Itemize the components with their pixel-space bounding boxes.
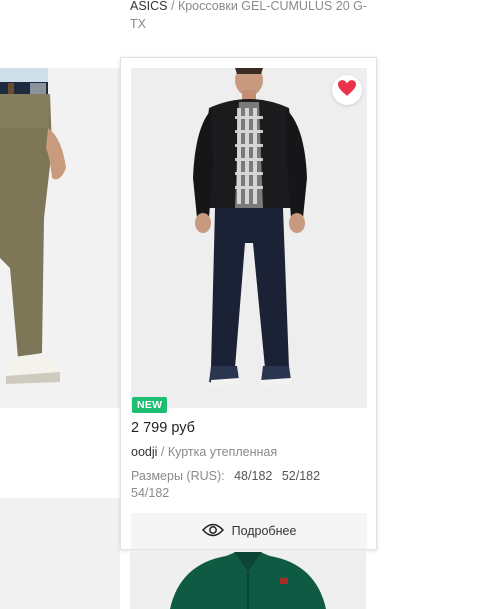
size-option[interactable]: 48/182 <box>234 469 272 483</box>
favorite-button[interactable] <box>332 75 362 105</box>
details-button[interactable]: Подробнее <box>131 513 367 549</box>
product-image-top-left[interactable] <box>0 0 120 64</box>
product-card[interactable]: NEW 2 799 руб oodji / Куртка утепленная … <box>120 57 377 550</box>
product-image-polo[interactable] <box>130 552 366 609</box>
caption-separator: / <box>167 0 178 13</box>
product-image-bottom-left[interactable] <box>0 498 120 609</box>
heart-icon <box>338 79 356 101</box>
eye-icon <box>201 523 224 540</box>
product-caption-top[interactable]: ASICS / Кроссовки GEL-CUMULUS 20 G-TX <box>130 0 370 33</box>
sizes-label: Размеры (RUS): <box>131 469 225 483</box>
details-label: Подробнее <box>231 524 297 538</box>
title-separator: / <box>157 445 168 459</box>
product-price: 2 799 руб <box>131 420 195 436</box>
product-image-trousers[interactable] <box>0 68 120 408</box>
size-option[interactable]: 52/182 <box>282 469 320 483</box>
size-option[interactable]: 54/182 <box>131 486 169 500</box>
product-image-jacket[interactable] <box>131 68 367 408</box>
sizes-list: Размеры (RUS): 48/182 52/182 54/182 <box>131 468 361 502</box>
product-name[interactable]: Куртка утепленная <box>168 445 277 459</box>
product-title[interactable]: oodji / Куртка утепленная <box>131 445 277 459</box>
new-badge: NEW <box>132 397 168 413</box>
product-brand[interactable]: oodji <box>131 445 157 459</box>
product-brand[interactable]: ASICS <box>130 0 168 13</box>
